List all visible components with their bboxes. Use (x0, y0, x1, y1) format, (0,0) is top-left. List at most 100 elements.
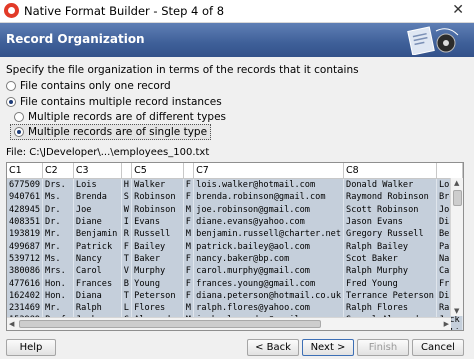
table-row: 477616 Hon. Frances B Young Ffrances.young@gm… (7, 277, 463, 290)
close-icon[interactable]: ✕ (452, 2, 464, 18)
table-cell: Nancy (73, 252, 122, 266)
table-cell: Russell (131, 228, 184, 241)
table-cell: lois.walker@hotmail.com (193, 178, 345, 192)
table-row: 940761 Ms. Brenda S Robinson Fbrenda.robinson… (7, 191, 463, 204)
table-cell: Ms. (42, 252, 74, 266)
table-cell: Lois (73, 178, 122, 192)
data-preview-grid[interactable]: C1 C2 C3 C5 C7 C8 677509 Drs. Lois H Walker Flois.… (6, 162, 464, 331)
table-cell: T (121, 289, 133, 302)
table-cell: 193819 (7, 228, 44, 241)
table-cell: F (121, 240, 133, 253)
table-cell: 428945 (7, 203, 44, 216)
table-cell: Robinson (131, 203, 184, 216)
window-title: Native Format Builder - Step 4 of 8 (24, 4, 225, 18)
radio-button[interactable] (6, 97, 16, 107)
horizontal-scroll-thumb[interactable] (19, 320, 321, 328)
next-button[interactable]: Next > (302, 339, 354, 356)
column-header: C5 (131, 163, 184, 179)
table-cell: Drs. (42, 178, 74, 192)
table-cell: 380086 (7, 265, 44, 278)
table-cell: Raymond Robinson (343, 191, 437, 204)
table-cell: brenda.robinson@gmail.com (193, 191, 345, 204)
table-cell: Ralph Bailey (343, 240, 437, 253)
table-cell: Frances (73, 277, 122, 290)
table-cell: F (183, 289, 195, 302)
table-cell: Baker (131, 252, 184, 266)
table-cell: 940761 (7, 191, 44, 204)
back-button[interactable]: < Back (247, 339, 299, 356)
file-path-label: File: C:\JDeveloper\...\employees_100.tx… (6, 147, 210, 158)
table-cell: T (121, 252, 133, 266)
table-cell: Dr. (42, 215, 74, 229)
table-cell: 162402 (7, 289, 44, 302)
table-cell: Murphy (131, 265, 184, 278)
table-cell: B (121, 277, 133, 290)
table-cell: Diane (73, 215, 122, 229)
cancel-button[interactable]: Cancel (412, 339, 464, 356)
table-cell: Hon. (42, 277, 74, 290)
table-cell: 677509 (7, 178, 44, 192)
table-cell: Donald Walker (343, 178, 437, 192)
table-cell: Flores (131, 301, 184, 315)
radio-label: Multiple records are of different types (28, 111, 227, 123)
table-cell: Peterson (131, 289, 184, 302)
table-cell: Mr. (42, 240, 74, 253)
table-cell: Scott Robinson (343, 203, 437, 216)
table-cell: Ms. (42, 191, 74, 204)
table-cell: Bailey (131, 240, 184, 253)
radio-multiple-records[interactable]: File contains multiple record instances (6, 96, 222, 108)
radio-button[interactable] (14, 127, 24, 137)
table-cell: Ralph Murphy (343, 265, 437, 278)
table-cell: Diana (73, 289, 122, 302)
radio-different-types[interactable]: Multiple records are of different types (14, 111, 226, 123)
table-cell: Jason Evans (343, 215, 437, 229)
step-header: Record Organization (0, 23, 474, 57)
radio-only-one-record[interactable]: File contains only one record (6, 80, 171, 92)
table-cell: L (121, 301, 133, 315)
table-cell: Ralph (73, 301, 122, 315)
finish-button: Finish (357, 339, 409, 356)
table-cell: 477616 (7, 277, 44, 290)
column-header: C8 (343, 163, 437, 179)
table-cell: Scot Baker (343, 252, 437, 266)
column-header: C1 (7, 163, 44, 179)
table-cell: Terrance Peterson (343, 289, 437, 302)
scroll-left-icon[interactable]: ◀ (9, 320, 14, 328)
table-row: 231469 Mr. Ralph L Flores Mralph.flores@yahoo… (7, 301, 463, 315)
title-bar: Native Format Builder - Step 4 of 8 ✕ (0, 0, 474, 23)
table-cell: 231469 (7, 301, 44, 315)
table-cell: M (183, 301, 195, 315)
table-cell: 408351 (7, 215, 44, 229)
table-cell: 539712 (7, 252, 44, 266)
horizontal-scrollbar[interactable]: ◀ ▶ (7, 317, 451, 330)
help-button[interactable]: Help (6, 339, 56, 356)
radio-button[interactable] (14, 112, 24, 122)
table-cell: Young (131, 277, 184, 290)
table-cell: Ralph Flores (343, 301, 437, 315)
table-cell: M (183, 240, 195, 253)
table-cell: Hon. (42, 289, 74, 302)
table-row: 677509 Drs. Lois H Walker Flois.walker@hotmai… (7, 178, 463, 192)
radio-single-type[interactable]: Multiple records are of single type (10, 124, 212, 140)
table-cell: R (121, 228, 133, 241)
preview-table: C1 C2 C3 C5 C7 C8 677509 Drs. Lois H Walker Flois.… (7, 163, 463, 330)
scroll-up-icon[interactable]: ▲ (454, 179, 459, 187)
table-cell: frances.young@gmail.com (193, 277, 345, 290)
column-header: C3 (73, 163, 122, 179)
column-header (121, 163, 133, 179)
table-cell: patrick.bailey@aol.com (193, 240, 345, 253)
column-header (183, 163, 195, 179)
table-row: 380086 Mrs. Carol V Murphy Fcarol.murphy@gmai… (7, 265, 463, 278)
wizard-banner-graphic-icon (407, 26, 459, 55)
scroll-down-icon[interactable]: ▼ (454, 307, 459, 315)
column-header (436, 163, 463, 179)
vertical-scroll-thumb[interactable] (453, 190, 462, 206)
table-cell: F (183, 265, 195, 278)
table-cell: Mrs. (42, 265, 74, 278)
table-row: 408351 Dr. Diane I Evans Fdiane.evans@yahoo.c… (7, 215, 463, 229)
vertical-scrollbar[interactable]: ▲ ▼ (450, 178, 463, 316)
table-cell: Fred Young (343, 277, 437, 290)
scroll-right-icon[interactable]: ▶ (444, 320, 449, 328)
radio-button[interactable] (6, 81, 16, 91)
table-cell: diana.peterson@hotmail.co.uk (193, 289, 345, 302)
